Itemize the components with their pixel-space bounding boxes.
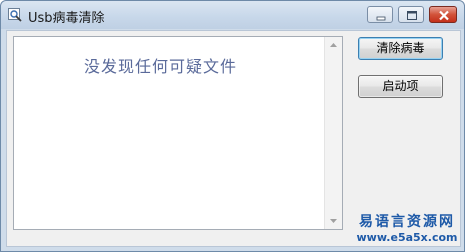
file-list[interactable]: 没发现任何可疑文件 xyxy=(13,36,343,230)
window-title: Usb病毒清除 xyxy=(28,11,105,26)
vertical-scrollbar[interactable] xyxy=(324,37,342,229)
close-button[interactable] xyxy=(429,6,457,23)
maximize-button[interactable] xyxy=(398,6,424,23)
app-window: Usb病毒清除 没发现任何可疑文件 清除病毒 启动项 易语言资源网 www.e5… xyxy=(0,0,465,252)
clear-virus-button[interactable]: 清除病毒 xyxy=(358,37,443,60)
close-icon xyxy=(439,10,449,21)
watermark-logo: 易语言资源网 www.e5a5x.com xyxy=(351,213,463,251)
status-message: 没发现任何可疑文件 xyxy=(84,57,238,76)
scroll-up-icon[interactable] xyxy=(325,37,342,54)
minimize-icon xyxy=(376,16,386,21)
title-bar[interactable]: Usb病毒清除 xyxy=(1,1,464,29)
magnifier-icon xyxy=(8,8,22,22)
scroll-down-icon[interactable] xyxy=(325,212,342,229)
startup-items-button[interactable]: 启动项 xyxy=(358,75,443,98)
watermark-title: 易语言资源网 xyxy=(359,214,455,230)
minimize-button[interactable] xyxy=(367,6,393,23)
maximize-icon xyxy=(407,11,417,20)
watermark-url: www.e5a5x.com xyxy=(356,231,458,244)
